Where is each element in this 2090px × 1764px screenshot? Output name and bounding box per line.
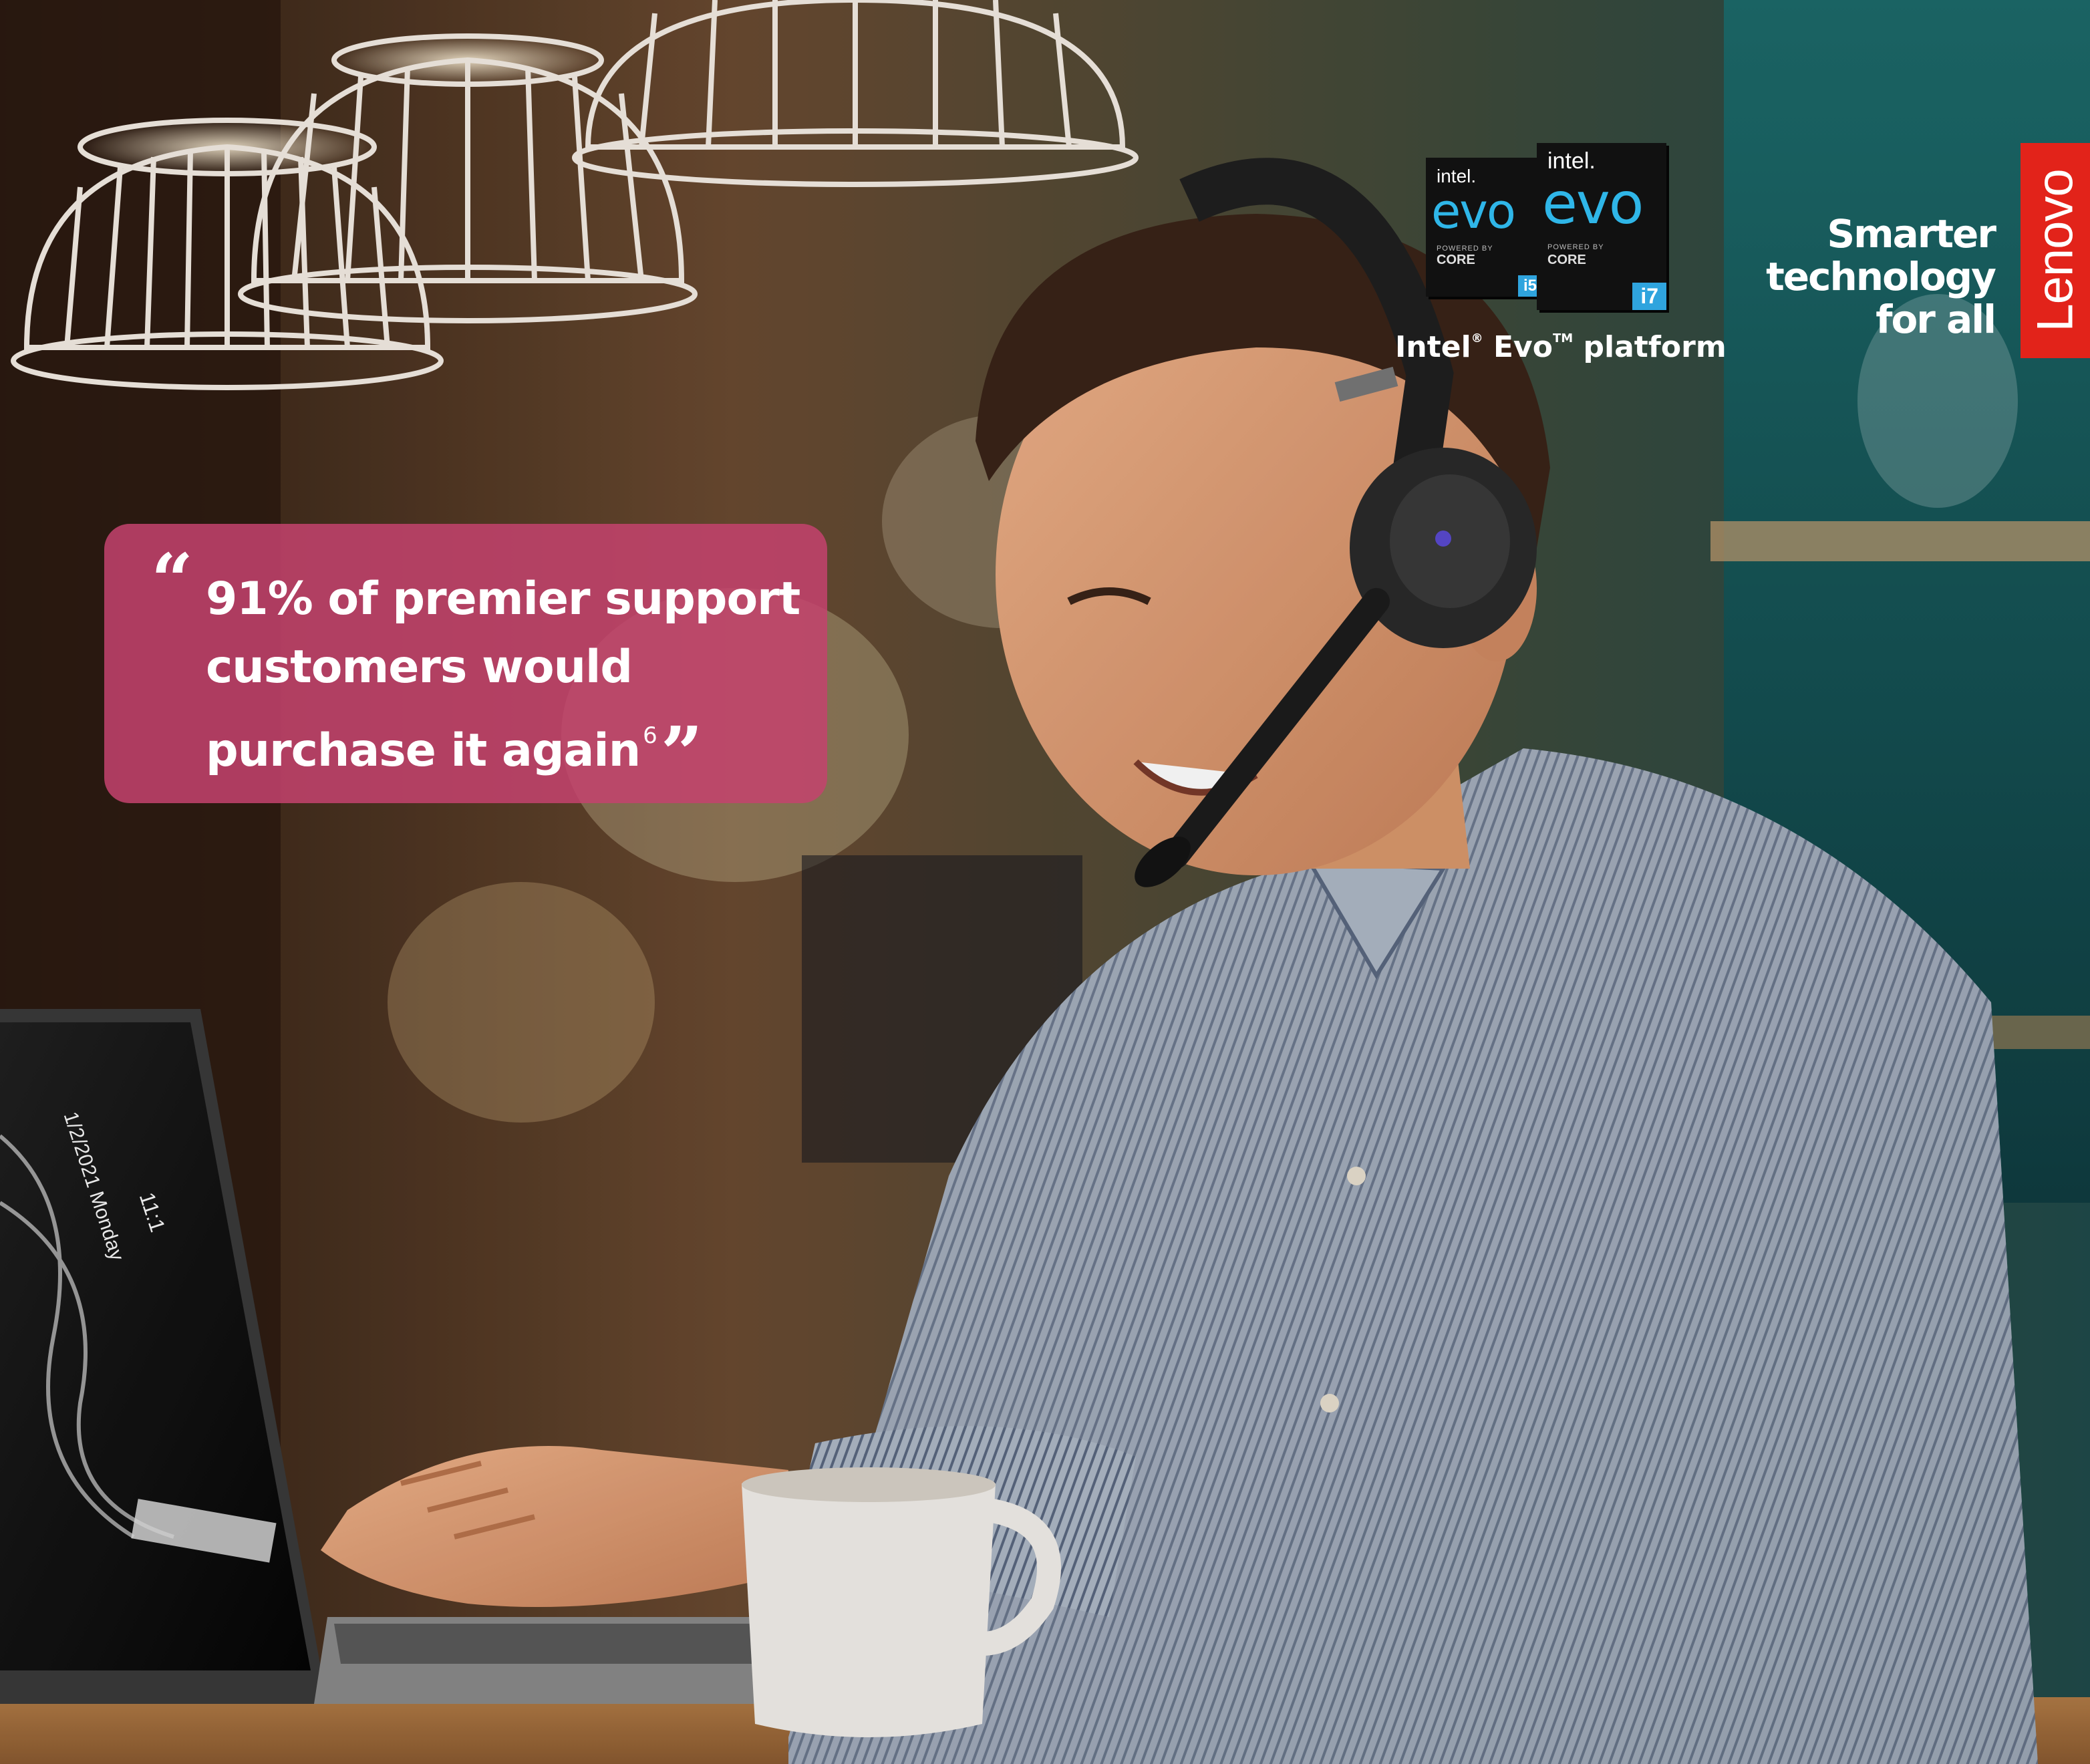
- core-text: CORE: [1437, 253, 1475, 267]
- powered-by-text: POWERED BY: [1437, 245, 1493, 253]
- evo-logo-text: evo: [1542, 170, 1644, 237]
- powered-by-text: POWERED BY: [1547, 243, 1604, 251]
- quote-line-1: 91% of premier support: [206, 573, 800, 625]
- quote-text: 91% of premier support customers would p…: [206, 565, 800, 790]
- close-quote-mark: ”: [660, 710, 703, 796]
- intel-evo-i7-badge: intel. evo POWERED BY CORE i7: [1537, 143, 1666, 310]
- quote-line-3: purchase it again 6”: [206, 702, 800, 790]
- caption-trademark: TM: [1552, 331, 1574, 345]
- tagline-line-2: technology: [1766, 254, 1996, 299]
- caption-evo: Evo: [1493, 330, 1553, 364]
- tagline-line-3: for all: [1876, 297, 1996, 342]
- core-text: CORE: [1547, 253, 1586, 267]
- footnote-marker: 6: [643, 722, 657, 749]
- lenovo-logo: Lenovo: [2021, 143, 2090, 358]
- caption-intel: Intel: [1395, 330, 1471, 364]
- quote-line-3-text: purchase it again: [206, 724, 641, 777]
- ad-canvas: 1/2/2021 Monday 11:1 “ 91% of premier su…: [0, 0, 2090, 1764]
- quote-box: “ 91% of premier support customers would…: [104, 524, 827, 803]
- lenovo-logo-text: Lenovo: [2027, 169, 2084, 332]
- tagline-line-1: Smarter: [1827, 211, 1996, 257]
- intel-evo-caption: Intel® EvoTM platform: [1395, 330, 1727, 364]
- tier-i7-label: i7: [1632, 283, 1666, 310]
- tagline: Smarter technology for all: [1766, 211, 1996, 342]
- caption-platform: platform: [1583, 330, 1727, 364]
- open-quote-mark: “: [151, 537, 194, 623]
- intel-evo-i5-badge: intel. evo POWERED BY CORE i5: [1426, 158, 1542, 297]
- quote-line-2: customers would: [206, 641, 633, 694]
- caption-registered-mark: ®: [1471, 331, 1483, 345]
- evo-logo-text: evo: [1431, 183, 1516, 239]
